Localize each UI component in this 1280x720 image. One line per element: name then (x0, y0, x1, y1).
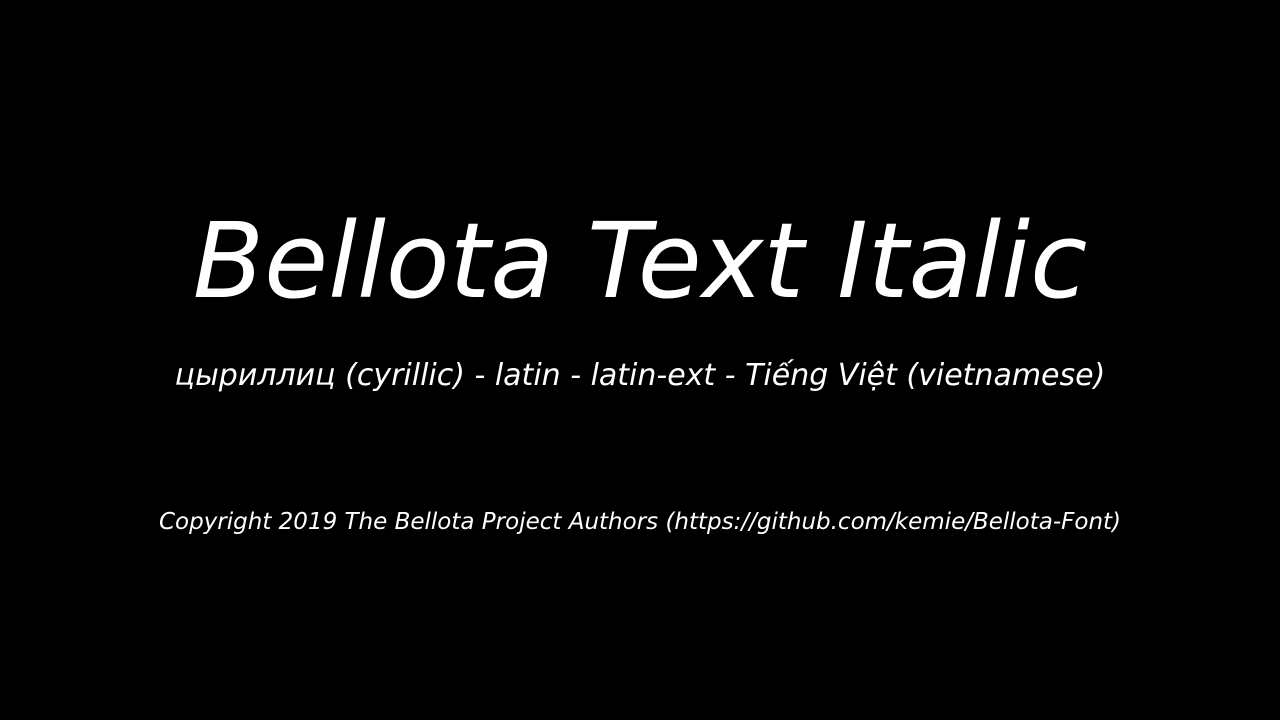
font-specimen-canvas: Bellota Text Italic цыриллиц (cyrillic) … (0, 0, 1280, 720)
font-name-title: Bellota Text Italic (192, 200, 1088, 322)
copyright-notice: Copyright 2019 The Bellota Project Autho… (158, 509, 1122, 535)
supported-subsets-line: цыриллиц (cyrillic) - latin - latin-ext … (174, 358, 1106, 393)
